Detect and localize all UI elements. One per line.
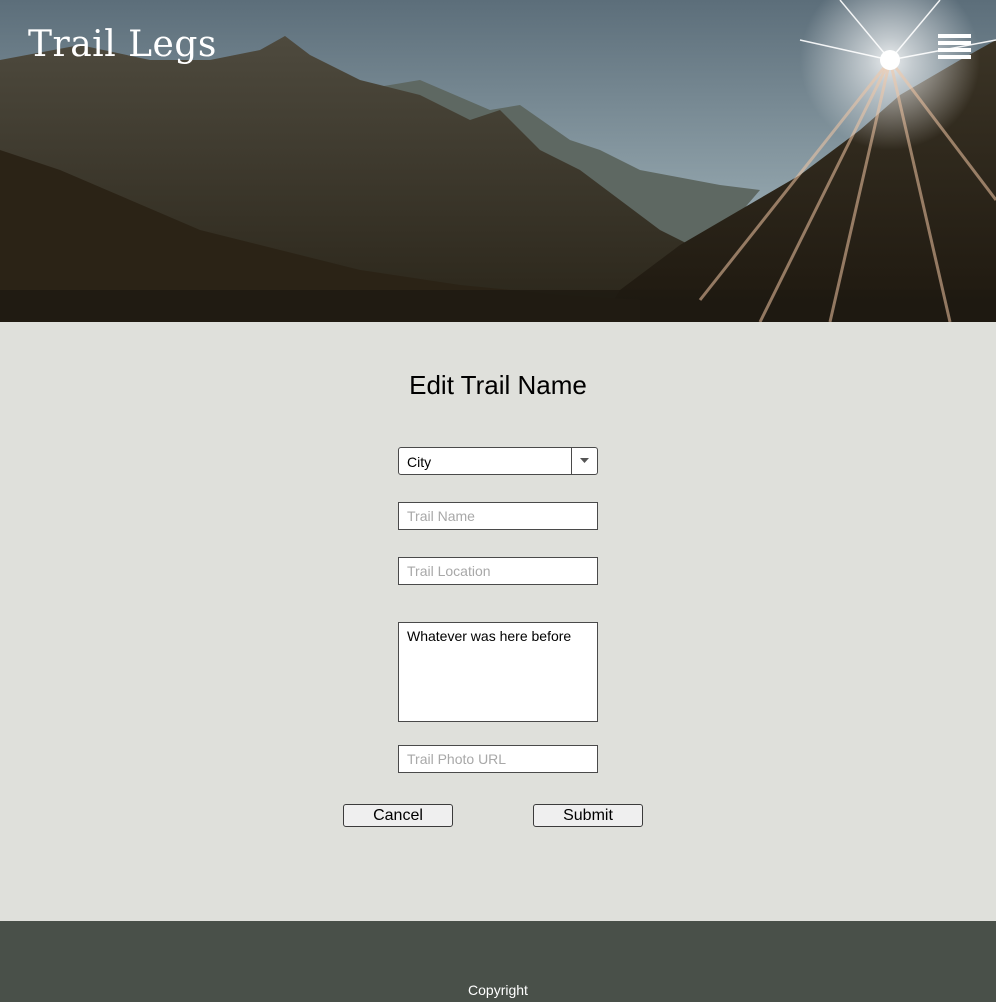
menu-bar [938,34,971,38]
dropdown-button[interactable] [571,448,597,474]
page-title: Edit Trail Name [409,370,587,400]
trail-name-input[interactable] [398,502,598,530]
chevron-down-icon [580,458,589,463]
submit-button[interactable]: Submit [533,804,643,827]
trail-description-textarea[interactable]: Whatever was here before [398,622,598,722]
trail-location-input[interactable] [398,557,598,585]
brand-logo[interactable]: Trail Legs [28,24,217,65]
city-select[interactable]: City [398,447,598,475]
hamburger-menu-icon[interactable] [938,34,972,62]
city-select-value: City [407,454,432,470]
menu-bar [938,41,971,45]
hero-header: Trail Legs [0,0,996,322]
menu-bar [938,48,971,52]
cancel-button[interactable]: Cancel [343,804,453,827]
menu-bar [938,55,971,59]
copyright-text: Copyright [468,982,528,998]
footer: Copyright [0,921,996,1002]
trail-photo-url-input[interactable] [398,745,598,773]
